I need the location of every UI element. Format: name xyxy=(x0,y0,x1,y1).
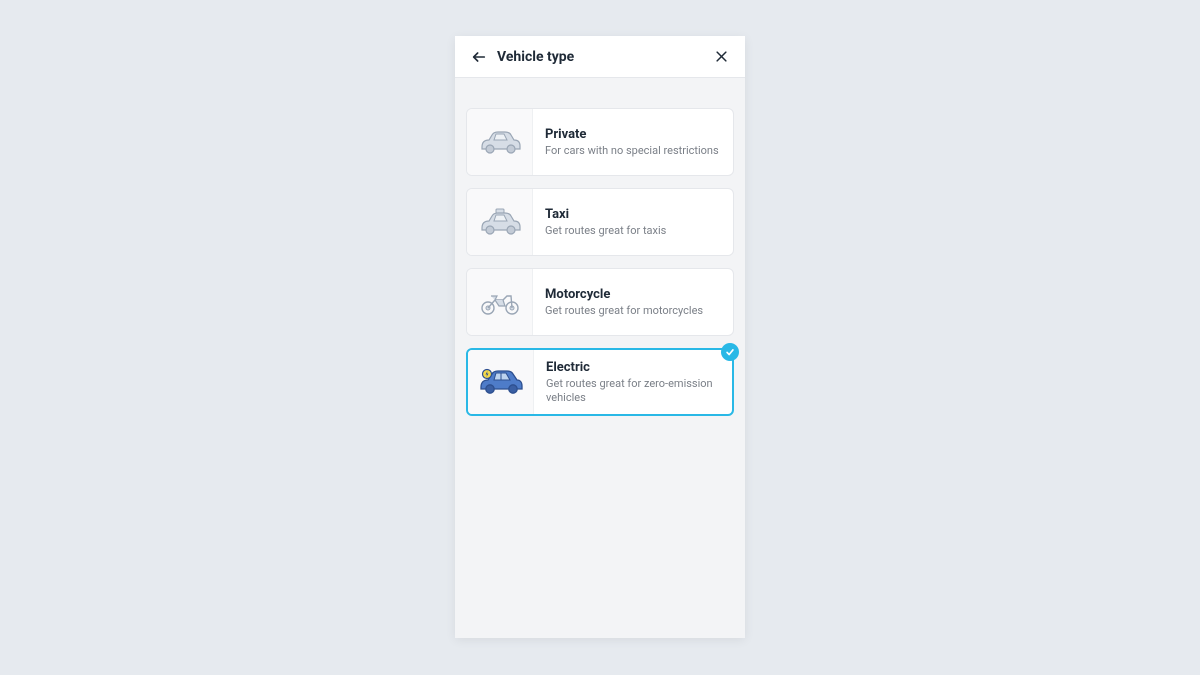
header-bar: Vehicle type xyxy=(455,36,745,78)
vehicle-type-panel: Vehicle type Private For cars with no sp… xyxy=(455,36,745,638)
option-desc: Get routes great for motorcycles xyxy=(545,304,721,318)
option-desc: Get routes great for taxis xyxy=(545,224,721,238)
option-electric[interactable]: Electric Get routes great for zero-emiss… xyxy=(466,348,734,416)
back-button[interactable] xyxy=(465,43,493,71)
motorcycle-icon xyxy=(477,288,523,316)
option-text: Taxi Get routes great for taxis xyxy=(533,189,733,255)
option-private[interactable]: Private For cars with no special restric… xyxy=(466,108,734,176)
option-desc: Get routes great for zero-emission vehic… xyxy=(546,377,720,405)
option-title: Electric xyxy=(546,360,720,375)
option-text: Motorcycle Get routes great for motorcyc… xyxy=(533,269,733,335)
option-icon-container xyxy=(468,350,534,414)
option-text: Private For cars with no special restric… xyxy=(533,109,733,175)
taxi-icon xyxy=(477,207,523,237)
electric-car-icon xyxy=(477,367,525,397)
option-icon-container xyxy=(467,269,533,335)
option-title: Taxi xyxy=(545,207,721,222)
close-icon xyxy=(714,49,729,64)
option-text: Electric Get routes great for zero-emiss… xyxy=(534,350,732,414)
option-desc: For cars with no special restrictions xyxy=(545,144,721,158)
option-motorcycle[interactable]: Motorcycle Get routes great for motorcyc… xyxy=(466,268,734,336)
check-icon xyxy=(725,347,735,357)
car-icon xyxy=(477,128,523,156)
arrow-left-icon xyxy=(471,49,487,65)
option-icon-container xyxy=(467,109,533,175)
selected-badge xyxy=(721,343,739,361)
option-taxi[interactable]: Taxi Get routes great for taxis xyxy=(466,188,734,256)
option-icon-container xyxy=(467,189,533,255)
close-button[interactable] xyxy=(707,43,735,71)
option-title: Motorcycle xyxy=(545,287,721,302)
option-title: Private xyxy=(545,127,721,142)
page-title: Vehicle type xyxy=(497,49,707,65)
options-list: Private For cars with no special restric… xyxy=(455,78,745,416)
